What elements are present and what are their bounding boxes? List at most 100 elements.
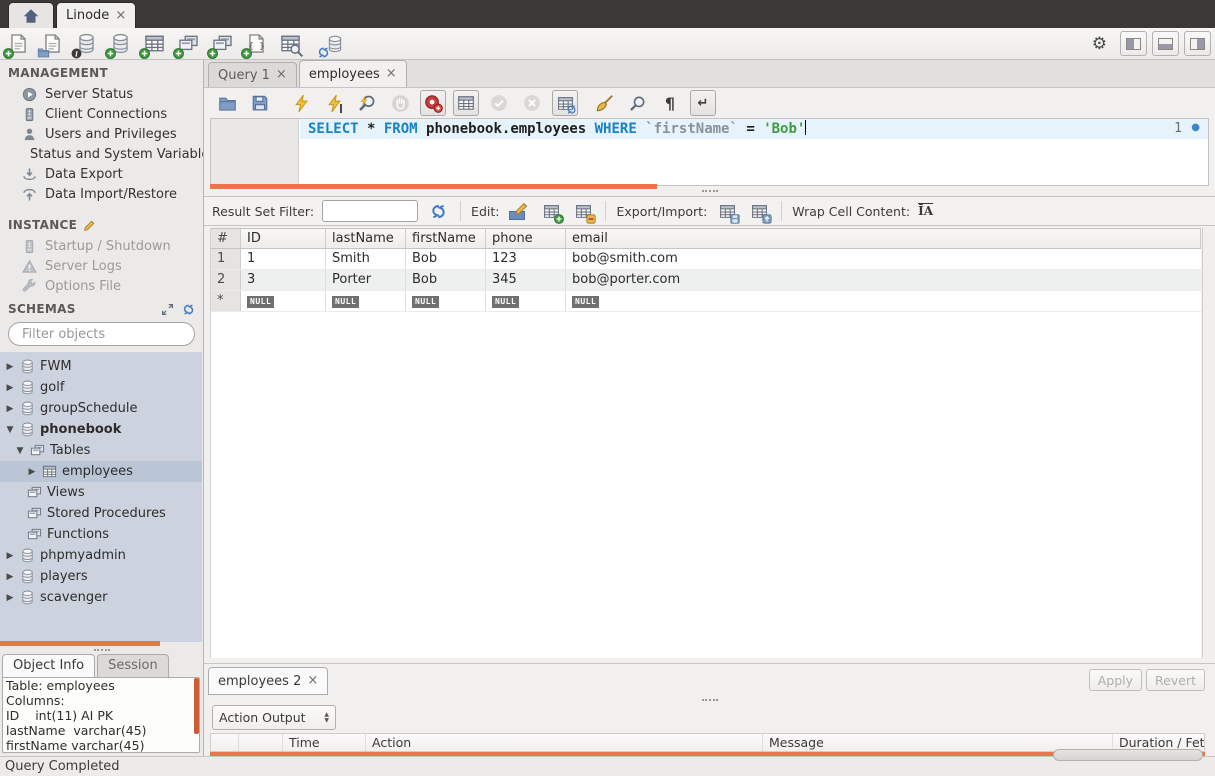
save-script-button[interactable] <box>247 90 273 116</box>
chevron-down-icon[interactable]: ▼ <box>15 446 25 456</box>
open-script-button[interactable] <box>214 90 240 116</box>
export-recordset-button[interactable] <box>715 199 739 223</box>
object-info-scrollbar[interactable] <box>194 678 199 734</box>
close-icon[interactable]: × <box>276 69 287 81</box>
cell-phone[interactable]: 345 <box>486 270 566 290</box>
cell-firstname[interactable]: Bob <box>406 270 486 290</box>
result-grid-scrollbar[interactable] <box>1202 228 1214 658</box>
chevron-right-icon[interactable]: ▶ <box>27 467 37 477</box>
import-records-button[interactable] <box>747 199 771 223</box>
cell-null[interactable]: NULL <box>566 291 1201 311</box>
column-header-firstname[interactable]: firstName <box>406 229 486 248</box>
toggle-stop-on-error-button[interactable] <box>420 90 446 116</box>
refresh-results-button[interactable] <box>426 199 450 223</box>
tab-employees-2[interactable]: employees 2 × <box>208 667 328 695</box>
cell-lastname[interactable]: Smith <box>326 249 406 269</box>
search-table-data-button[interactable] <box>278 32 302 56</box>
toggle-bottom-panel-button[interactable] <box>1152 31 1179 56</box>
sql-editor[interactable]: 1 ● SELECT * FROM phonebook.employees WH… <box>210 118 1209 186</box>
tree-item-schema-scavenger[interactable]: ▶ scavenger <box>0 587 202 608</box>
schema-filter-box[interactable] <box>8 322 195 346</box>
sidebar-item-startup-shutdown[interactable]: Startup / Shutdown <box>0 236 203 256</box>
explain-query-button[interactable] <box>354 90 380 116</box>
tree-item-functions-group[interactable]: Functions <box>0 524 202 545</box>
sidebar-item-status-system-variables[interactable]: Status and System Variables <box>0 144 203 164</box>
chevron-right-icon[interactable]: ▶ <box>5 404 15 414</box>
sidebar-item-data-export[interactable]: Data Export <box>0 164 203 184</box>
cell-null[interactable]: NULL <box>486 291 566 311</box>
output-col-action[interactable]: Action <box>366 734 763 751</box>
tree-item-stored-procedures-group[interactable]: Stored Procedures <box>0 503 202 524</box>
new-row-placeholder[interactable]: * NULL NULL NULL NULL NULL <box>211 291 1201 312</box>
output-type-select[interactable]: Action Output ▲ ▼ <box>212 705 336 730</box>
connection-tab-linode[interactable]: Linode × <box>56 2 136 28</box>
cell-lastname[interactable]: Porter <box>326 270 406 290</box>
insert-row-button[interactable] <box>539 199 563 223</box>
output-panel-splitter[interactable] <box>204 695 1215 705</box>
tree-item-schema-players[interactable]: ▶ players <box>0 566 202 587</box>
chevron-right-icon[interactable]: ▶ <box>5 551 15 561</box>
delete-row-button[interactable] <box>571 199 595 223</box>
sidebar-item-options-file[interactable]: Options File <box>0 276 203 296</box>
sidebar-item-server-logs[interactable]: Server Logs <box>0 256 203 276</box>
home-tab[interactable] <box>8 2 54 28</box>
editor-results-splitter[interactable] <box>204 186 1215 196</box>
preferences-gear-icon[interactable]: ⚙ <box>1092 34 1107 54</box>
horizontal-scrollbar-thumb[interactable] <box>1053 749 1203 761</box>
tree-item-schema-phonebook[interactable]: ▼ phonebook <box>0 419 202 440</box>
apply-button[interactable]: Apply <box>1089 669 1142 691</box>
create-view-button[interactable] <box>176 32 200 56</box>
table-row[interactable]: 2 3 Porter Bob 345 bob@porter.com <box>211 270 1201 291</box>
output-col-time[interactable]: Time <box>283 734 366 751</box>
sidebar-item-data-import[interactable]: Data Import/Restore <box>0 184 203 204</box>
tree-item-schema-golf[interactable]: ▶ golf <box>0 377 202 398</box>
beautify-script-button[interactable] <box>591 90 617 116</box>
toggle-invisible-characters-button[interactable]: ¶ <box>657 90 683 116</box>
toggle-autocommit-button[interactable] <box>552 90 578 116</box>
sidebar-item-server-status[interactable]: Server Status <box>0 84 203 104</box>
tree-item-table-employees[interactable]: ▶ employees <box>0 461 202 482</box>
chevron-right-icon[interactable]: ▶ <box>5 593 15 603</box>
toggle-right-sidebar-button[interactable] <box>1184 31 1211 56</box>
cell-email[interactable]: bob@smith.com <box>566 249 1201 269</box>
sidebar-item-users-privileges[interactable]: Users and Privileges <box>0 124 203 144</box>
close-icon[interactable]: × <box>307 675 318 687</box>
close-icon[interactable]: × <box>386 68 397 80</box>
tab-session[interactable]: Session <box>97 654 169 678</box>
column-header-lastname[interactable]: lastName <box>326 229 406 248</box>
inspect-database-button[interactable] <box>74 32 98 56</box>
limit-rows-button[interactable] <box>453 90 479 116</box>
column-header-id[interactable]: ID <box>241 229 326 248</box>
chevron-right-icon[interactable]: ▶ <box>5 572 15 582</box>
create-stored-procedure-button[interactable] <box>210 32 234 56</box>
chevron-down-icon[interactable]: ▼ <box>5 425 15 435</box>
column-header-phone[interactable]: phone <box>486 229 566 248</box>
execute-query-button[interactable] <box>288 90 314 116</box>
tab-employees[interactable]: employees × <box>299 60 407 87</box>
result-filter-input[interactable] <box>322 200 418 222</box>
cell-firstname[interactable]: Bob <box>406 249 486 269</box>
tree-item-schema-groupschedule[interactable]: ▶ groupSchedule <box>0 398 202 419</box>
chevron-right-icon[interactable]: ▶ <box>5 362 15 372</box>
cell-null[interactable]: NULL <box>241 291 326 311</box>
create-table-button[interactable] <box>142 32 166 56</box>
spinner-down-icon[interactable]: ▼ <box>324 718 329 724</box>
open-sql-script-button[interactable] <box>40 32 64 56</box>
refresh-schemas-icon[interactable] <box>182 303 195 316</box>
sql-code-line[interactable]: SELECT * FROM phonebook.employees WHERE … <box>308 120 806 137</box>
execute-current-statement-button[interactable] <box>321 90 347 116</box>
schema-filter-input[interactable] <box>22 327 192 342</box>
cell-id[interactable]: 1 <box>241 249 326 269</box>
cell-id[interactable]: 3 <box>241 270 326 290</box>
tab-object-info[interactable]: Object Info <box>2 654 95 678</box>
close-icon[interactable]: × <box>115 10 126 22</box>
configure-instance-icon[interactable] <box>83 219 96 232</box>
reconnect-dbms-button[interactable] <box>320 32 344 56</box>
wrap-cell-content-icon[interactable]: ĪA <box>918 204 933 218</box>
sidebar-splitter[interactable] <box>0 646 203 654</box>
cell-null[interactable]: NULL <box>406 291 486 311</box>
table-row[interactable]: 1 1 Smith Bob 123 bob@smith.com <box>211 249 1201 270</box>
column-header-email[interactable]: email <box>566 229 1201 248</box>
tab-query-1[interactable]: Query 1 × <box>208 62 297 87</box>
cell-phone[interactable]: 123 <box>486 249 566 269</box>
